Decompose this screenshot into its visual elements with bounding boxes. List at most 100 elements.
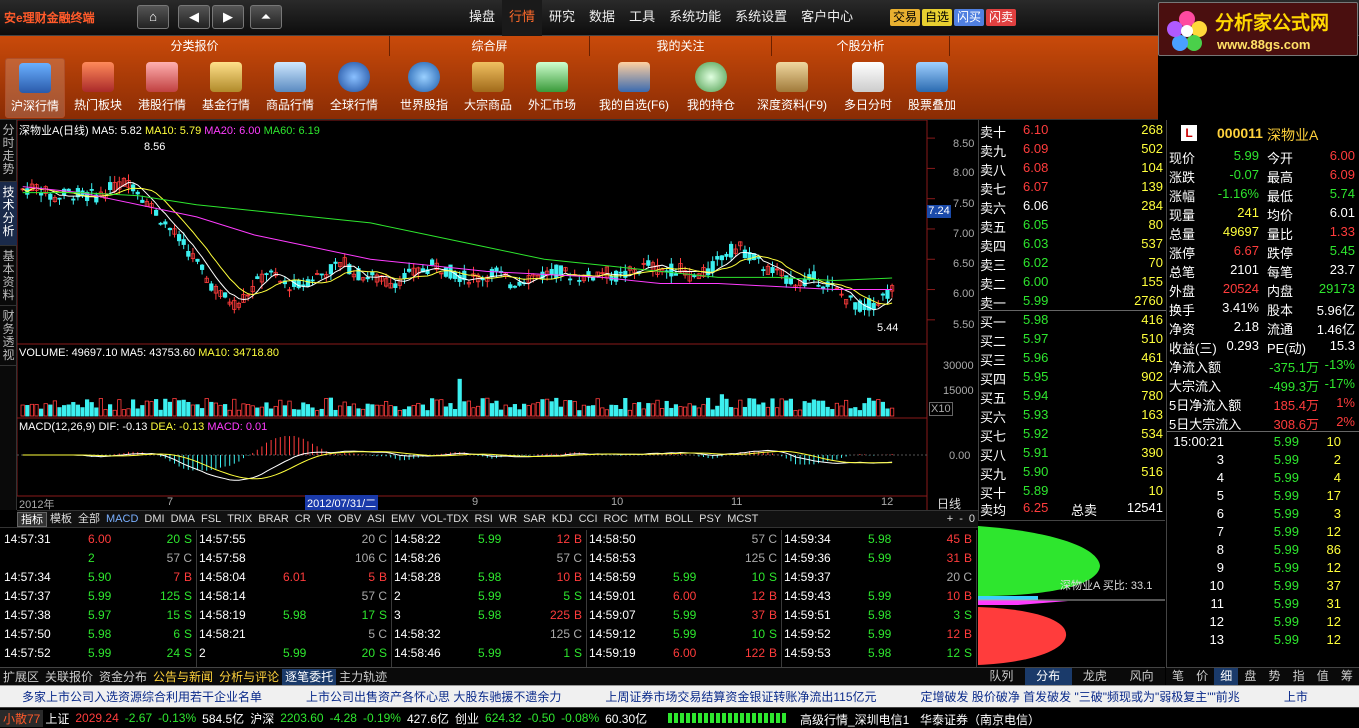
flash-buy-button[interactable]: 闪买 [954, 9, 985, 26]
tab-template[interactable]: 模板 [47, 512, 75, 527]
tab-fund-dist[interactable]: 资金分布 [96, 669, 150, 685]
bid-row[interactable]: 买一 5.98 416 [979, 310, 1167, 330]
indicator-item[interactable]: TRIX [224, 512, 255, 527]
tool-fund-quotes[interactable]: 基金行情 [196, 58, 256, 118]
tab-main-track[interactable]: 主力轨迹 [336, 669, 390, 685]
news-item[interactable]: 多家上市公司入选资源综合利用若干企业名单 [0, 688, 284, 705]
menu-item[interactable]: 客户中心 [794, 0, 860, 36]
indicator-item[interactable]: ASI [364, 512, 388, 527]
flash-sell-button[interactable]: 闪卖 [986, 9, 1017, 26]
brand-banner[interactable]: 分析家公式网 www.88gs.com [1158, 2, 1358, 56]
news-item[interactable]: 上市公司出售资产各怀心思 大股东驰援不遗余力 [284, 688, 583, 705]
indicator-item[interactable]: VR [314, 512, 335, 527]
favorite-button[interactable]: 自选 [922, 9, 953, 26]
bid-row[interactable]: 买五 5.94 780 [979, 386, 1167, 406]
tab-extension[interactable]: 扩展区 [0, 669, 42, 685]
kline-chart[interactable] [17, 120, 978, 510]
indicator-item[interactable]: WR [496, 512, 520, 527]
tool-forex[interactable]: 外汇市场 [522, 58, 582, 118]
ask-row[interactable]: 卖五 6.05 80 [979, 215, 1167, 235]
back-icon[interactable]: ◀ [178, 5, 210, 29]
tab-related[interactable]: 关联报价 [42, 669, 96, 685]
indicator-macd[interactable]: MACD [103, 512, 141, 527]
indicator-item[interactable]: KDJ [549, 512, 576, 527]
tab-wind[interactable]: 风向 [1118, 668, 1165, 685]
tab-queue[interactable]: 队列 [978, 668, 1025, 685]
tool-commodity-quotes[interactable]: 商品行情 [260, 58, 320, 118]
zoom-out-button[interactable]: - [956, 512, 966, 527]
tool-my-favorites[interactable]: 我的自选(F6) [596, 58, 672, 118]
tab-analysis[interactable]: 分析与评论 [216, 669, 282, 685]
bid-row[interactable]: 买四 5.95 902 [979, 367, 1167, 387]
indicator-item[interactable]: CCI [576, 512, 601, 527]
tool-multi-day[interactable]: 多日分时 [838, 58, 898, 118]
forward-icon[interactable]: ▶ [212, 5, 244, 29]
tool-commodities[interactable]: 大宗商品 [458, 58, 518, 118]
tool-global-quotes[interactable]: 全球行情 [324, 58, 384, 118]
tab-zhi[interactable]: 指 [1287, 668, 1311, 685]
menu-item[interactable]: 系统设置 [728, 0, 794, 36]
tool-hk-quotes[interactable]: 港股行情 [132, 58, 192, 118]
ask-row[interactable]: 卖八 6.08 104 [979, 158, 1167, 178]
indicator-item[interactable]: EMV [388, 512, 418, 527]
tab-distribution[interactable]: 分布 [1024, 668, 1072, 685]
indicator-item[interactable]: VOL-TDX [418, 512, 472, 527]
ask-row[interactable]: 卖六 6.06 284 [979, 196, 1167, 216]
tab-bi[interactable]: 笔 [1166, 668, 1190, 685]
indicator-item[interactable]: RSI [472, 512, 496, 527]
ask-row[interactable]: 卖二 6.00 155 [979, 272, 1167, 292]
ask-row[interactable]: 卖九 6.09 502 [979, 139, 1167, 159]
tab-news[interactable]: 公告与新闻 [150, 669, 216, 685]
ask-row[interactable]: 卖一 5.99 2760 [979, 291, 1167, 311]
tab-financials[interactable]: 财务透视 [0, 306, 17, 366]
indicator-item[interactable]: OBV [335, 512, 364, 527]
ask-row[interactable]: 卖七 6.07 139 [979, 177, 1167, 197]
tool-world-indices[interactable]: 世界股指 [394, 58, 454, 118]
indicator-item[interactable]: SAR [520, 512, 549, 527]
tab-shi[interactable]: 势 [1263, 668, 1287, 685]
indicator-item[interactable]: DMA [168, 512, 198, 527]
menu-item[interactable]: 研究 [542, 0, 582, 36]
menu-item[interactable]: 操盘 [462, 0, 502, 36]
tab-fundamentals[interactable]: 基本资料 [0, 246, 17, 306]
news-item[interactable]: 上市 [1262, 688, 1330, 705]
news-item[interactable]: 上周证券市场交易结算资金银证转账净流出115亿元 [583, 688, 898, 705]
tab-chou[interactable]: 筹 [1335, 668, 1359, 685]
tool-hot-sectors[interactable]: 热门板块 [68, 58, 128, 118]
news-item[interactable]: 定增破发 股价破净 首发破发 "三破"频现或为"弱极复主""前兆 [899, 688, 1262, 705]
tab-zhi2[interactable]: 值 [1311, 668, 1335, 685]
menu-item-active[interactable]: 行情 [502, 0, 543, 36]
kline-chart-panel[interactable]: 深物业A(日线) MA5: 5.82 MA10: 5.79 MA20: 6.00… [17, 120, 978, 511]
tab-dragon-tiger[interactable]: 龙虎 [1072, 668, 1119, 685]
tab-intraday[interactable]: 分时走势 [0, 120, 17, 182]
double-up-icon[interactable]: ⏶ [250, 5, 282, 29]
tab-orders[interactable]: 逐笔委托 [282, 668, 337, 685]
bid-row[interactable]: 买三 5.96 461 [979, 348, 1167, 368]
menu-item[interactable]: 工具 [622, 0, 662, 36]
indicator-item[interactable]: PSY [696, 512, 724, 527]
tab-pan[interactable]: 盘 [1238, 668, 1262, 685]
bid-row[interactable]: 买二 5.97 510 [979, 329, 1167, 349]
zoom-in-button[interactable]: + [944, 512, 956, 527]
bid-row[interactable]: 买九 5.90 516 [979, 462, 1167, 482]
indicator-item[interactable]: BOLL [662, 512, 696, 527]
indicator-item[interactable]: FSL [198, 512, 224, 527]
bid-row[interactable]: 买八 5.91 390 [979, 443, 1167, 463]
indicator-item[interactable]: ROC [601, 512, 631, 527]
bid-row[interactable]: 买六 5.93 163 [979, 405, 1167, 425]
menu-item[interactable]: 系统功能 [662, 0, 728, 36]
tab-indicator[interactable]: 指标 [17, 511, 47, 527]
indicator-item[interactable]: CR [292, 512, 314, 527]
reset-button[interactable]: 0 [966, 512, 978, 527]
indicator-item[interactable]: BRAR [255, 512, 292, 527]
tab-xi[interactable]: 细 [1214, 668, 1239, 685]
tab-technical[interactable]: 技术分析 [0, 182, 17, 246]
indicator-item[interactable]: MTM [631, 512, 662, 527]
tab-all[interactable]: 全部 [75, 512, 103, 527]
indicator-item[interactable]: DMI [141, 512, 167, 527]
bid-row[interactable]: 买七 5.92 534 [979, 424, 1167, 444]
tab-jia[interactable]: 价 [1190, 668, 1214, 685]
tool-stock-overlay[interactable]: 股票叠加 [902, 58, 962, 118]
tool-my-holdings[interactable]: 我的持仓 [680, 58, 742, 118]
trade-button[interactable]: 交易 [890, 9, 921, 26]
